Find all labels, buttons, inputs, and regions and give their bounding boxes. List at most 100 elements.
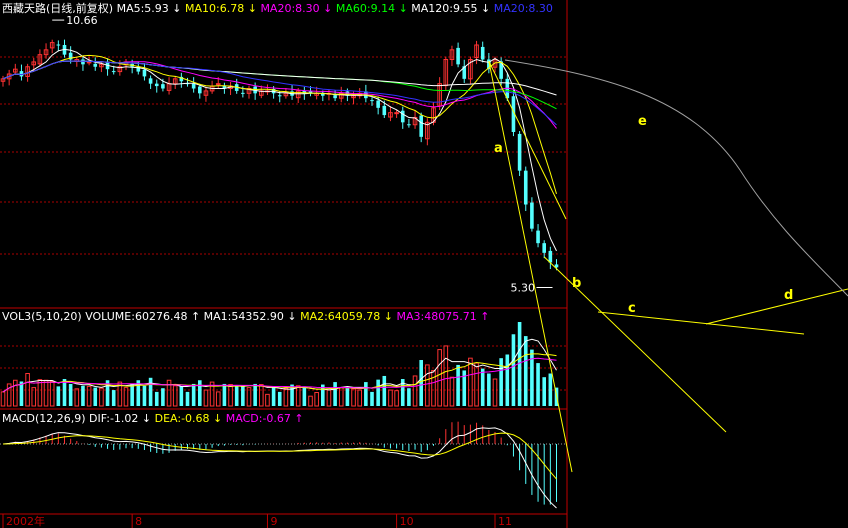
candle-down — [523, 170, 528, 205]
volume-bar — [130, 383, 134, 406]
volume-bar — [161, 388, 165, 406]
volume-bar — [302, 386, 307, 406]
candle-down — [277, 95, 282, 97]
candle-down — [400, 110, 405, 123]
volume-bar — [62, 379, 67, 406]
volume-bar — [277, 391, 282, 406]
time-label: 11 — [498, 515, 512, 528]
candle-down — [480, 46, 485, 60]
volume-bar — [370, 391, 374, 406]
time-label: 8 — [135, 515, 142, 528]
legend-item: MA5:5.93 ↓ — [117, 2, 185, 15]
time-label: 2002年 — [6, 514, 45, 528]
volume-bar — [542, 377, 546, 406]
volume-bar — [523, 336, 528, 406]
volume-bar — [111, 390, 116, 406]
volume-bar — [530, 349, 534, 406]
time-label: 10 — [400, 515, 414, 528]
volume-bar — [68, 383, 73, 406]
candle-down — [191, 83, 196, 89]
annotation-label-a: a — [494, 141, 503, 156]
candle-down — [198, 86, 202, 94]
legend-item: DIF:-1.02 ↓ — [89, 412, 155, 425]
volume-bar — [19, 381, 24, 406]
chart-title: 西藏天路(日线,前复权) — [2, 1, 117, 15]
ma-legend: 西藏天路(日线,前复权) MA5:5.93 ↓ MA10:6.78 ↓ MA20… — [2, 1, 553, 15]
volume-bar — [487, 373, 491, 406]
volume-bar — [548, 373, 553, 406]
candle-down — [148, 78, 153, 84]
high-price-label: 10.66 — [66, 14, 98, 27]
candle-down — [370, 100, 374, 102]
candle-down — [376, 100, 380, 108]
annotation-label-d: d — [784, 288, 793, 303]
annotation-label-e: e — [638, 114, 647, 129]
candle-down — [517, 133, 522, 171]
legend-item: MA120:9.55 ↓ — [411, 2, 493, 15]
time-label: 9 — [270, 515, 277, 528]
candle-down — [407, 124, 411, 126]
volume-bar — [93, 387, 98, 406]
volume-bar — [179, 386, 184, 406]
volume-bar — [56, 386, 61, 406]
candle-up — [86, 61, 92, 64]
volume-bar — [345, 388, 350, 406]
candle-down — [161, 84, 165, 89]
legend-item: MA3:48075.71 ↑ — [397, 310, 490, 323]
volume-bar — [333, 382, 337, 406]
volume-bar — [154, 391, 159, 406]
annotation-label-b: b — [572, 276, 581, 291]
legend-item: MA1:54352.90 ↓ — [204, 310, 300, 323]
volume-bar — [191, 383, 196, 406]
volume-bar — [142, 385, 147, 406]
candle-down — [530, 202, 534, 229]
legend-item: MA10:6.78 ↓ — [185, 2, 260, 15]
candle-down — [241, 92, 245, 94]
macd-legend: MACD(12,26,9) DIF:-1.02 ↓ DEA:-0.68 ↓ MA… — [2, 412, 304, 425]
volume-bar — [419, 360, 423, 406]
candle-down — [536, 230, 540, 244]
legend-item: VOL3(5,10,20) — [2, 310, 85, 323]
volume-bar — [382, 375, 387, 406]
legend-item: DEA:-0.68 ↓ — [155, 412, 226, 425]
legend-item: MA20:8.30 ↓ — [260, 2, 335, 15]
candle-down — [56, 44, 61, 46]
volume-bar — [241, 386, 245, 406]
candle-down — [548, 250, 553, 263]
volume-bar — [376, 379, 380, 406]
legend-item: MA20:8.30 — [494, 2, 553, 15]
candle-down — [93, 63, 98, 67]
volume-bar — [407, 388, 411, 406]
volume-bar — [505, 354, 510, 406]
volume-bar — [364, 382, 368, 406]
candle-up — [215, 83, 221, 86]
candle-down — [382, 105, 387, 116]
volume-bar — [198, 380, 202, 406]
legend-item: MA2:64059.78 ↓ — [300, 310, 396, 323]
candle-down — [154, 83, 159, 87]
candle-down — [333, 95, 337, 99]
volume-bar — [456, 364, 460, 406]
volume-bar — [511, 334, 516, 406]
low-price-label: 5.30 — [511, 282, 536, 295]
volume-bar — [81, 385, 85, 406]
candle-down — [142, 69, 147, 77]
volume-legend: VOL3(5,10,20) VOLUME:60276.48 ↑ MA1:5435… — [2, 310, 489, 323]
candle-down — [419, 115, 423, 137]
candle-up — [394, 112, 399, 115]
volume-bar — [185, 391, 190, 406]
chart-background — [0, 0, 848, 528]
candle-down — [111, 71, 116, 73]
volume-bar — [271, 386, 276, 406]
volume-bar — [222, 383, 227, 406]
volume-bar — [253, 383, 257, 406]
candle-down — [81, 59, 85, 65]
volume-bar — [536, 363, 540, 406]
candle-down — [19, 71, 24, 77]
legend-item: VOLUME:60276.48 ↑ — [85, 310, 203, 323]
volume-bar — [480, 368, 485, 406]
legend-item: MACD(12,26,9) — [2, 412, 89, 425]
candle-down — [542, 243, 546, 253]
stock-chart[interactable]: 西藏天路(日线,前复权) MA5:5.93 ↓ MA10:6.78 ↓ MA20… — [0, 0, 848, 528]
annotation-label-c: c — [628, 301, 636, 316]
